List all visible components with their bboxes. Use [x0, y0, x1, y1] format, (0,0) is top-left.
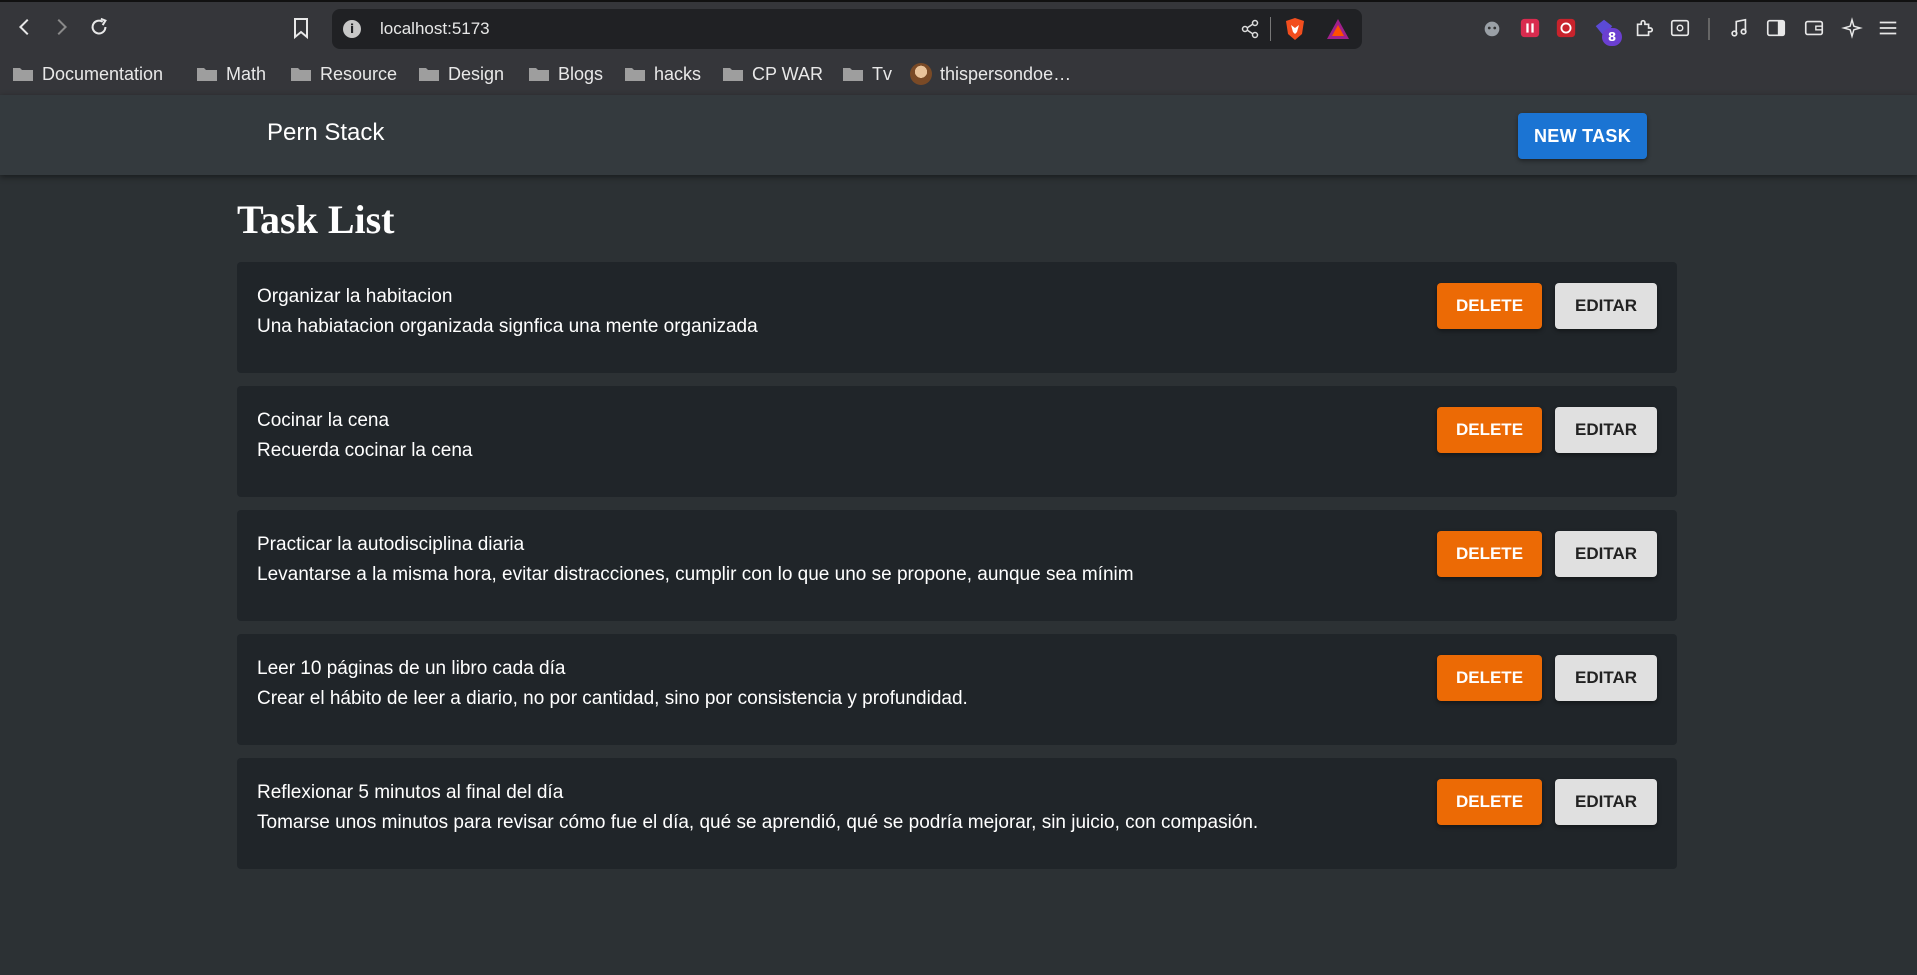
app-navbar: Pern Stack NEW TASK: [0, 95, 1917, 175]
folder-icon: [529, 68, 549, 81]
task-card: Practicar la autodisciplina diaria Levan…: [237, 510, 1677, 621]
music-note-icon[interactable]: [1727, 16, 1751, 40]
app-title[interactable]: Pern Stack: [267, 119, 384, 147]
wallet-icon[interactable]: [1802, 16, 1826, 40]
extension-count-badge: 8: [1602, 28, 1622, 46]
task-card: Reflexionar 5 minutos al final del día T…: [237, 758, 1677, 869]
folder-icon: [13, 68, 33, 81]
delete-button[interactable]: DELETE: [1437, 531, 1542, 577]
leo-ai-icon[interactable]: [1840, 16, 1864, 40]
menu-icon[interactable]: [1876, 16, 1900, 40]
edit-button[interactable]: EDITAR: [1555, 407, 1657, 453]
task-title: Reflexionar 5 minutos al final del día: [257, 782, 564, 803]
bookmark-folder[interactable]: Design: [418, 59, 504, 89]
task-title: Organizar la habitacion: [257, 286, 453, 307]
bookmark-folder[interactable]: Documentation: [12, 59, 163, 89]
task-title: Practicar la autodisciplina diaria: [257, 534, 525, 555]
avatar-icon: [910, 63, 932, 85]
bookmark-label: Blogs: [558, 63, 604, 84]
task-description: Recuerda cocinar la cena: [257, 440, 473, 461]
reload-icon: [91, 17, 107, 35]
task-card: Leer 10 páginas de un libro cada día Cre…: [237, 634, 1677, 745]
chevron-left-icon: [18, 18, 29, 36]
divider: [1708, 18, 1710, 40]
bookmark-label: hacks: [654, 63, 702, 84]
edit-button[interactable]: EDITAR: [1555, 655, 1657, 701]
bookmark-label: CP WAR: [752, 63, 824, 84]
folder-icon: [723, 68, 743, 81]
bookmark-label: Math: [226, 63, 267, 84]
chevron-right-icon: [57, 18, 68, 36]
bookmark-label: thispersondoe…: [940, 63, 1072, 84]
task-description: Crear el hábito de leer a diario, no por…: [257, 688, 968, 709]
reload-button[interactable]: [86, 14, 112, 40]
address-bar[interactable]: i localhost:5173: [332, 9, 1362, 49]
brave-shield-icon[interactable]: [1284, 17, 1306, 41]
bookmark-link[interactable]: thispersondoe…: [910, 59, 1071, 89]
sidebar-toggle-icon[interactable]: [1764, 16, 1788, 40]
delete-button[interactable]: DELETE: [1437, 655, 1542, 701]
folder-icon: [419, 68, 439, 81]
extensions-puzzle-icon[interactable]: [1632, 16, 1656, 40]
folder-icon: [197, 68, 217, 81]
page-title: Task List: [237, 197, 395, 242]
task-description: Una habiatacion organizada signfica una …: [257, 316, 758, 337]
bookmark-folder[interactable]: hacks: [624, 59, 701, 89]
share-icon[interactable]: [1240, 19, 1260, 39]
edit-button[interactable]: EDITAR: [1555, 283, 1657, 329]
site-info-icon[interactable]: i: [343, 20, 361, 38]
task-card: Organizar la habitacion Una habiatacion …: [237, 262, 1677, 373]
back-button[interactable]: [12, 14, 38, 40]
task-description: Levantarse a la misma hora, evitar distr…: [257, 564, 1134, 585]
task-description: Tomarse unos minutos para revisar cómo f…: [257, 812, 1259, 833]
new-task-button[interactable]: NEW TASK: [1518, 113, 1647, 159]
extension-cat-icon[interactable]: [1480, 16, 1504, 40]
folder-icon: [625, 68, 645, 81]
url-text[interactable]: localhost:5173: [380, 19, 490, 39]
bookmark-folder[interactable]: Resource: [290, 59, 397, 89]
forward-button[interactable]: [48, 14, 74, 40]
task-title: Leer 10 páginas de un libro cada día: [257, 658, 566, 679]
task-card: Cocinar la cena Recuerda cocinar la cena…: [237, 386, 1677, 497]
delete-button[interactable]: DELETE: [1437, 779, 1542, 825]
task-title: Cocinar la cena: [257, 410, 390, 431]
browser-toolbar: i localhost:5173 8: [0, 0, 1917, 53]
edit-button[interactable]: EDITAR: [1555, 779, 1657, 825]
bookmark-label: Tv: [872, 63, 892, 84]
folder-icon: [291, 68, 311, 81]
folder-icon: [843, 68, 863, 81]
bookmark-icon[interactable]: [290, 16, 312, 40]
delete-button[interactable]: DELETE: [1437, 407, 1542, 453]
tab-search-icon[interactable]: [1668, 16, 1692, 40]
bookmark-label: Documentation: [42, 63, 164, 84]
bookmark-label: Design: [448, 63, 505, 84]
divider: [1270, 17, 1271, 41]
bookmark-folder[interactable]: Blogs: [528, 59, 603, 89]
extension-ublock-icon[interactable]: [1554, 16, 1578, 40]
bookmark-folder[interactable]: Math: [196, 59, 266, 89]
bookmark-folder[interactable]: CP WAR: [722, 59, 823, 89]
extension-pause-icon[interactable]: [1518, 16, 1542, 40]
delete-button[interactable]: DELETE: [1437, 283, 1542, 329]
bookmarks-bar: Documentation Math Resource Design Blogs…: [0, 53, 1917, 95]
bookmark-label: Resource: [320, 63, 398, 84]
rewards-icon[interactable]: [1326, 18, 1350, 40]
edit-button[interactable]: EDITAR: [1555, 531, 1657, 577]
bookmark-folder[interactable]: Tv: [842, 59, 892, 89]
